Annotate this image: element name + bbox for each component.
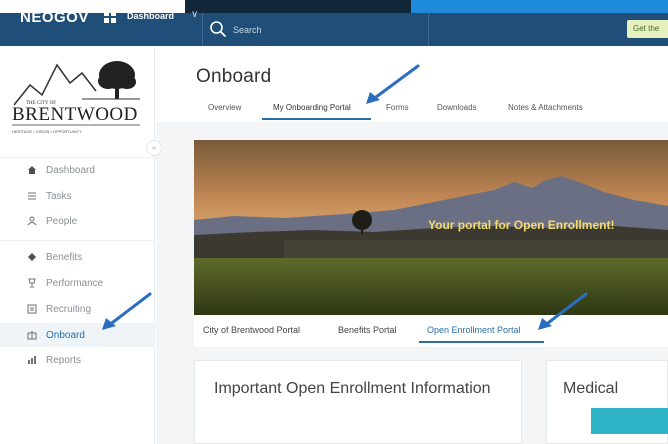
benefits-icon [26,251,38,263]
sidebar-item-dashboard[interactable]: Dashboard [0,158,155,182]
sidebar-item-label: Dashboard [46,164,95,176]
sidebar-item-label: Recruiting [46,303,92,315]
top-navbar [0,13,668,46]
sidebar-item-reports[interactable]: Reports [0,348,155,372]
top-strip-dark [185,0,411,13]
sidebar-item-people[interactable]: People [0,209,155,233]
onboard-icon [26,329,38,341]
tab-downloads[interactable]: Downloads [437,103,477,121]
tab-notes-attachments[interactable]: Notes & Attachments [508,103,583,121]
get-app-button[interactable]: Get the [627,20,668,38]
tab-city-of-brentwood-portal[interactable]: City of Brentwood Portal [203,325,300,335]
svg-text:BRENTWOOD: BRENTWOOD [12,104,138,125]
sidebar-item-label: Onboard [46,329,85,341]
tasks-icon [26,190,38,202]
open-enrollment-info-card [194,360,522,444]
chevron-down-icon[interactable]: ∨ [191,9,198,20]
sidebar-item-benefits[interactable]: Benefits [0,245,155,269]
home-icon [26,164,38,176]
tab-forms[interactable]: Forms [386,103,409,121]
reports-icon [26,354,38,366]
search-icon[interactable] [209,20,227,38]
city-of-brentwood-logo: THE CITY OF BRENTWOOD HERITAGE • VISION … [12,61,140,134]
tab-open-enrollment-portal[interactable]: Open Enrollment Portal [427,325,521,335]
svg-text:HERITAGE • VISION • OPPORTUNIT: HERITAGE • VISION • OPPORTUNITY [12,129,82,134]
nav-divider [428,13,429,46]
sidebar-item-onboard[interactable]: Onboard [0,323,155,347]
sidebar-item-recruiting[interactable]: Recruiting [0,297,155,321]
sidebar-item-label: Benefits [46,251,83,263]
app-switcher-dropdown[interactable]: Dashboard [127,11,174,21]
medical-card-button[interactable] [591,408,668,434]
top-decorative-strip [0,0,668,13]
sidebar-divider [0,240,155,241]
banner-headline: Your portal for Open Enrollment! [428,218,615,232]
sidebar-item-performance[interactable]: Performance [0,271,155,295]
people-icon [26,215,38,227]
sidebar-item-label: Reports [46,354,82,366]
active-tab-indicator [262,118,371,120]
trophy-icon [26,277,38,289]
neogov-logo[interactable]: NEOGOV [20,9,89,26]
sidebar-item-label: Tasks [46,190,72,202]
nav-divider [202,13,203,46]
top-strip-blue [411,0,668,13]
page-title: Onboard [196,66,272,87]
tab-benefits-portal[interactable]: Benefits Portal [338,325,397,335]
sidebar-item-label: Performance [46,277,104,289]
search-input[interactable]: Search [233,25,262,35]
app-grid-icon[interactable] [104,11,116,23]
info-card-title: Important Open Enrollment Information [214,380,491,397]
recruiting-icon [26,303,38,315]
sidebar-item-tasks[interactable]: Tasks [0,184,155,208]
tab-overview[interactable]: Overview [208,103,241,121]
collapse-sidebar-button[interactable]: « [146,140,162,156]
active-portal-tab-indicator [419,341,544,343]
sidebar-item-label: People [46,215,78,227]
medical-card-title: Medical [563,380,619,397]
